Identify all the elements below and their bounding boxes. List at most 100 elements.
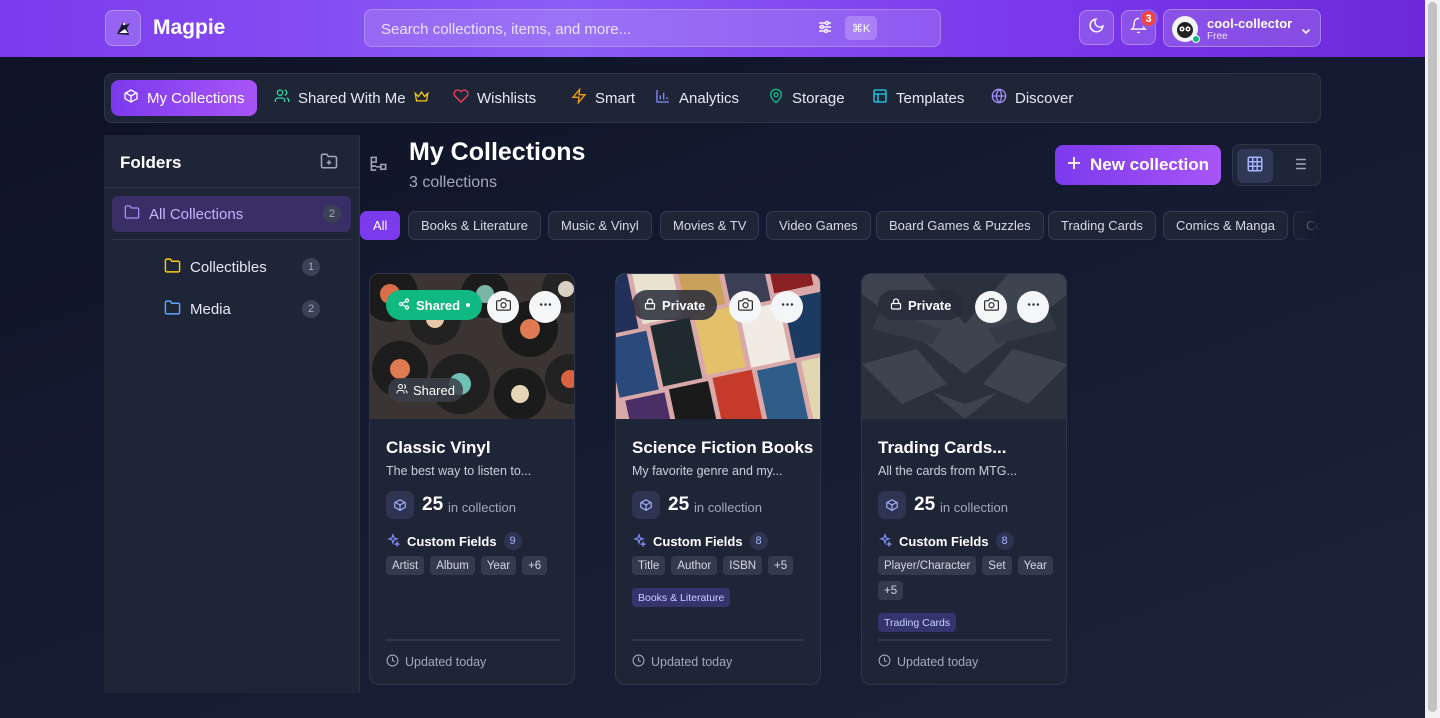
card-menu-button[interactable] <box>529 291 561 323</box>
user-menu-button[interactable]: cool-collector Free <box>1163 9 1321 47</box>
collection-card[interactable]: Private Trading Cards... All the cards f… <box>861 273 1067 685</box>
card-title[interactable]: Classic Vinyl <box>386 438 491 458</box>
nav-smart[interactable]: Smart <box>559 80 647 116</box>
item-count: 25 <box>422 494 444 515</box>
collection-card[interactable]: Shared Shared Classic Vinyl The best way… <box>369 273 575 685</box>
divider <box>104 187 360 188</box>
box-icon <box>878 491 906 519</box>
page-title: My Collections <box>409 138 586 166</box>
field-tag: ISBN <box>723 556 763 575</box>
custom-fields-header: Custom Fields 8 <box>632 532 768 550</box>
nav-discover[interactable]: Discover <box>979 80 1085 116</box>
change-cover-button[interactable] <box>487 291 519 323</box>
chip-movies-tv[interactable]: Movies & TV <box>660 211 760 240</box>
grid-view-button[interactable] <box>1237 149 1273 183</box>
field-tag-more: +5 <box>878 581 904 600</box>
nav-label: Smart <box>595 89 636 107</box>
nav-analytics[interactable]: Analytics <box>643 80 751 116</box>
collection-cover-image: Private <box>616 274 820 419</box>
magpie-logo-icon[interactable] <box>105 10 141 46</box>
box-icon <box>386 491 414 519</box>
card-title[interactable]: Trading Cards... <box>878 438 1006 458</box>
field-tags: Title Author ISBN +5 <box>632 556 812 575</box>
updated-label: Updated today <box>897 655 979 669</box>
page-scrollbar[interactable] <box>1425 0 1440 718</box>
dot-icon <box>466 303 471 307</box>
list-icon <box>1290 155 1308 178</box>
chip-video-games[interactable]: Video Games <box>766 211 871 240</box>
field-tag: Author <box>671 556 718 575</box>
folder-media[interactable]: Media 2 <box>164 291 324 327</box>
visibility-badge[interactable]: Private <box>878 290 964 320</box>
change-cover-button[interactable] <box>729 291 761 323</box>
custom-fields-label: Custom Fields <box>407 533 497 549</box>
chip-board-games-puzzles[interactable]: Board Games & Puzzles <box>876 211 1044 240</box>
shared-indicator-label: Shared <box>413 382 455 398</box>
nav-storage[interactable]: Storage <box>756 80 857 116</box>
collection-card[interactable]: Private Science Fiction Books My favorit… <box>615 273 821 685</box>
users-icon <box>274 88 290 108</box>
visibility-badge[interactable]: Private <box>632 290 718 320</box>
nav-templates[interactable]: Templates <box>860 80 976 116</box>
updated-label: Updated today <box>405 655 487 669</box>
more-horizontal-icon <box>780 297 795 317</box>
nav-wishlists[interactable]: Wishlists <box>441 80 548 116</box>
search-input[interactable] <box>381 19 801 39</box>
sidebar-title: Folders <box>120 153 182 172</box>
field-tag: Set <box>982 556 1012 575</box>
scrollbar-thumb[interactable] <box>1428 2 1437 712</box>
folder-label: All Collections <box>149 205 244 223</box>
change-cover-button[interactable] <box>975 291 1007 323</box>
category-tag[interactable]: Books & Literature <box>632 588 731 607</box>
item-count-label: in collection <box>448 500 516 515</box>
folder-count: 2 <box>323 205 341 223</box>
folder-collectibles[interactable]: Collectibles 1 <box>164 249 324 285</box>
camera-icon <box>495 297 511 317</box>
camera-icon <box>737 297 753 317</box>
layout-icon <box>872 88 888 108</box>
lightning-icon <box>571 87 587 108</box>
visibility-label: Private <box>662 297 706 313</box>
custom-fields-count: 8 <box>995 532 1014 550</box>
updated-info: Updated today <box>878 654 978 670</box>
camera-icon <box>983 297 999 317</box>
custom-fields-header: Custom Fields 9 <box>386 532 522 550</box>
nav-label: Wishlists <box>477 89 537 107</box>
category-tag[interactable]: Trading Cards <box>878 613 957 632</box>
field-tag: Year <box>1017 556 1053 575</box>
field-tag-more: +6 <box>522 556 548 575</box>
folder-plus-icon[interactable] <box>320 152 338 175</box>
online-status-dot <box>1192 35 1200 43</box>
chip-books-literature[interactable]: Books & Literature <box>408 211 541 240</box>
chip-all[interactable]: All <box>360 211 401 240</box>
sliders-icon[interactable] <box>817 19 833 40</box>
field-tag: Year <box>480 556 517 575</box>
list-view-button[interactable] <box>1281 149 1317 183</box>
card-description: The best way to listen to... <box>386 464 532 478</box>
nav-my-collections[interactable]: My Collections <box>111 80 257 116</box>
more-horizontal-icon <box>1026 297 1041 317</box>
clock-icon <box>632 654 645 670</box>
new-collection-button[interactable]: New collection <box>1055 145 1221 185</box>
chip-trading-cards[interactable]: Trading Cards <box>1048 211 1156 240</box>
card-menu-button[interactable] <box>771 291 803 323</box>
chip-music-vinyl[interactable]: Music & Vinyl <box>548 211 652 240</box>
visibility-badge[interactable]: Shared <box>386 290 483 320</box>
clock-icon <box>386 654 399 670</box>
folder-icon <box>164 299 181 320</box>
card-title[interactable]: Science Fiction Books <box>632 438 813 458</box>
nav-shared-with-me[interactable]: Shared With Me <box>262 80 441 116</box>
nav-label: Templates <box>896 89 965 107</box>
nav-label: Analytics <box>679 89 740 107</box>
folder-all-collections[interactable]: All Collections 2 <box>112 196 351 232</box>
map-pin-icon <box>768 88 784 108</box>
view-toggle <box>1232 144 1321 186</box>
lock-icon <box>644 297 656 313</box>
visibility-label: Private <box>908 297 952 313</box>
chip-comics-manga[interactable]: Comics & Manga <box>1163 211 1288 240</box>
folder-tree-icon[interactable] <box>369 155 388 179</box>
app-title[interactable]: Magpie <box>153 16 225 40</box>
folder-count: 2 <box>302 300 320 318</box>
theme-toggle-button[interactable] <box>1079 10 1114 45</box>
card-menu-button[interactable] <box>1017 291 1049 323</box>
